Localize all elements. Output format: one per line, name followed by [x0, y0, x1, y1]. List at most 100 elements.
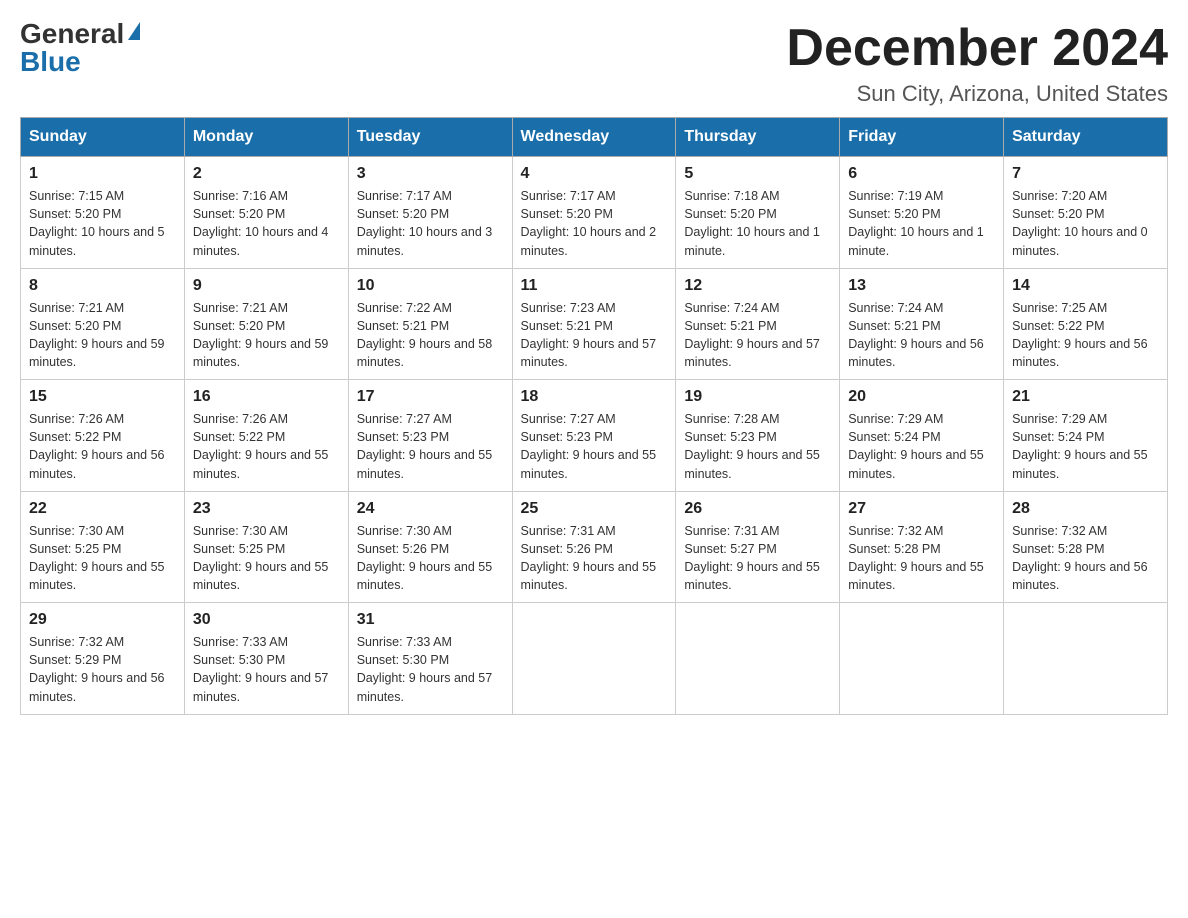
day-info: Sunrise: 7:32 AMSunset: 5:28 PMDaylight:… [1012, 524, 1148, 592]
day-number: 28 [1012, 500, 1159, 518]
calendar-cell: 2 Sunrise: 7:16 AMSunset: 5:20 PMDayligh… [184, 157, 348, 269]
day-info: Sunrise: 7:19 AMSunset: 5:20 PMDaylight:… [848, 189, 984, 257]
day-number: 5 [684, 165, 831, 183]
day-info: Sunrise: 7:31 AMSunset: 5:26 PMDaylight:… [521, 524, 657, 592]
day-info: Sunrise: 7:28 AMSunset: 5:23 PMDaylight:… [684, 412, 820, 480]
week-row-5: 29 Sunrise: 7:32 AMSunset: 5:29 PMDaylig… [21, 603, 1168, 715]
calendar-table: SundayMondayTuesdayWednesdayThursdayFrid… [20, 117, 1168, 715]
day-number: 15 [29, 388, 176, 406]
day-number: 19 [684, 388, 831, 406]
calendar-cell: 15 Sunrise: 7:26 AMSunset: 5:22 PMDaylig… [21, 380, 185, 492]
calendar-cell: 21 Sunrise: 7:29 AMSunset: 5:24 PMDaylig… [1004, 380, 1168, 492]
day-number: 8 [29, 277, 176, 295]
calendar-cell: 12 Sunrise: 7:24 AMSunset: 5:21 PMDaylig… [676, 268, 840, 380]
calendar-cell: 6 Sunrise: 7:19 AMSunset: 5:20 PMDayligh… [840, 157, 1004, 269]
calendar-cell [840, 603, 1004, 715]
calendar-subtitle: Sun City, Arizona, United States [786, 81, 1168, 107]
day-number: 12 [684, 277, 831, 295]
day-info: Sunrise: 7:21 AMSunset: 5:20 PMDaylight:… [29, 301, 165, 369]
calendar-cell: 13 Sunrise: 7:24 AMSunset: 5:21 PMDaylig… [840, 268, 1004, 380]
calendar-cell: 27 Sunrise: 7:32 AMSunset: 5:28 PMDaylig… [840, 491, 1004, 603]
day-number: 10 [357, 277, 504, 295]
page-header: General Blue December 2024 Sun City, Ari… [20, 20, 1168, 107]
day-number: 9 [193, 277, 340, 295]
week-row-1: 1 Sunrise: 7:15 AMSunset: 5:20 PMDayligh… [21, 157, 1168, 269]
day-number: 24 [357, 500, 504, 518]
day-info: Sunrise: 7:27 AMSunset: 5:23 PMDaylight:… [521, 412, 657, 480]
day-info: Sunrise: 7:29 AMSunset: 5:24 PMDaylight:… [1012, 412, 1148, 480]
day-info: Sunrise: 7:31 AMSunset: 5:27 PMDaylight:… [684, 524, 820, 592]
day-info: Sunrise: 7:26 AMSunset: 5:22 PMDaylight:… [29, 412, 165, 480]
calendar-cell: 14 Sunrise: 7:25 AMSunset: 5:22 PMDaylig… [1004, 268, 1168, 380]
day-info: Sunrise: 7:26 AMSunset: 5:22 PMDaylight:… [193, 412, 329, 480]
calendar-cell: 19 Sunrise: 7:28 AMSunset: 5:23 PMDaylig… [676, 380, 840, 492]
calendar-cell: 30 Sunrise: 7:33 AMSunset: 5:30 PMDaylig… [184, 603, 348, 715]
day-number: 11 [521, 277, 668, 295]
calendar-cell: 4 Sunrise: 7:17 AMSunset: 5:20 PMDayligh… [512, 157, 676, 269]
week-row-2: 8 Sunrise: 7:21 AMSunset: 5:20 PMDayligh… [21, 268, 1168, 380]
day-info: Sunrise: 7:29 AMSunset: 5:24 PMDaylight:… [848, 412, 984, 480]
day-number: 2 [193, 165, 340, 183]
day-info: Sunrise: 7:18 AMSunset: 5:20 PMDaylight:… [684, 189, 820, 257]
header-cell-wednesday: Wednesday [512, 118, 676, 157]
logo-general-text: General [20, 20, 124, 48]
day-info: Sunrise: 7:30 AMSunset: 5:26 PMDaylight:… [357, 524, 493, 592]
calendar-cell [512, 603, 676, 715]
day-number: 25 [521, 500, 668, 518]
day-info: Sunrise: 7:30 AMSunset: 5:25 PMDaylight:… [29, 524, 165, 592]
calendar-cell: 11 Sunrise: 7:23 AMSunset: 5:21 PMDaylig… [512, 268, 676, 380]
day-info: Sunrise: 7:21 AMSunset: 5:20 PMDaylight:… [193, 301, 329, 369]
day-info: Sunrise: 7:30 AMSunset: 5:25 PMDaylight:… [193, 524, 329, 592]
calendar-cell: 5 Sunrise: 7:18 AMSunset: 5:20 PMDayligh… [676, 157, 840, 269]
day-number: 29 [29, 611, 176, 629]
calendar-cell: 29 Sunrise: 7:32 AMSunset: 5:29 PMDaylig… [21, 603, 185, 715]
calendar-cell: 23 Sunrise: 7:30 AMSunset: 5:25 PMDaylig… [184, 491, 348, 603]
day-info: Sunrise: 7:17 AMSunset: 5:20 PMDaylight:… [357, 189, 493, 257]
day-info: Sunrise: 7:25 AMSunset: 5:22 PMDaylight:… [1012, 301, 1148, 369]
calendar-cell: 31 Sunrise: 7:33 AMSunset: 5:30 PMDaylig… [348, 603, 512, 715]
header-cell-monday: Monday [184, 118, 348, 157]
day-number: 23 [193, 500, 340, 518]
calendar-cell: 7 Sunrise: 7:20 AMSunset: 5:20 PMDayligh… [1004, 157, 1168, 269]
calendar-cell [1004, 603, 1168, 715]
calendar-cell: 25 Sunrise: 7:31 AMSunset: 5:26 PMDaylig… [512, 491, 676, 603]
day-number: 21 [1012, 388, 1159, 406]
day-number: 20 [848, 388, 995, 406]
calendar-title: December 2024 [786, 20, 1168, 77]
header-cell-sunday: Sunday [21, 118, 185, 157]
day-info: Sunrise: 7:23 AMSunset: 5:21 PMDaylight:… [521, 301, 657, 369]
title-block: December 2024 Sun City, Arizona, United … [786, 20, 1168, 107]
day-info: Sunrise: 7:32 AMSunset: 5:28 PMDaylight:… [848, 524, 984, 592]
day-number: 14 [1012, 277, 1159, 295]
calendar-cell: 3 Sunrise: 7:17 AMSunset: 5:20 PMDayligh… [348, 157, 512, 269]
calendar-cell [676, 603, 840, 715]
header-cell-tuesday: Tuesday [348, 118, 512, 157]
day-number: 31 [357, 611, 504, 629]
day-number: 4 [521, 165, 668, 183]
header-cell-friday: Friday [840, 118, 1004, 157]
calendar-cell: 24 Sunrise: 7:30 AMSunset: 5:26 PMDaylig… [348, 491, 512, 603]
calendar-cell: 10 Sunrise: 7:22 AMSunset: 5:21 PMDaylig… [348, 268, 512, 380]
day-info: Sunrise: 7:15 AMSunset: 5:20 PMDaylight:… [29, 189, 165, 257]
calendar-cell: 26 Sunrise: 7:31 AMSunset: 5:27 PMDaylig… [676, 491, 840, 603]
day-number: 26 [684, 500, 831, 518]
header-row: SundayMondayTuesdayWednesdayThursdayFrid… [21, 118, 1168, 157]
day-number: 3 [357, 165, 504, 183]
logo-triangle-icon [128, 22, 140, 40]
header-cell-thursday: Thursday [676, 118, 840, 157]
day-info: Sunrise: 7:33 AMSunset: 5:30 PMDaylight:… [193, 635, 329, 703]
calendar-cell: 20 Sunrise: 7:29 AMSunset: 5:24 PMDaylig… [840, 380, 1004, 492]
header-cell-saturday: Saturday [1004, 118, 1168, 157]
day-number: 30 [193, 611, 340, 629]
day-number: 6 [848, 165, 995, 183]
calendar-cell: 1 Sunrise: 7:15 AMSunset: 5:20 PMDayligh… [21, 157, 185, 269]
day-number: 18 [521, 388, 668, 406]
day-info: Sunrise: 7:32 AMSunset: 5:29 PMDaylight:… [29, 635, 165, 703]
logo: General Blue [20, 20, 140, 76]
calendar-cell: 18 Sunrise: 7:27 AMSunset: 5:23 PMDaylig… [512, 380, 676, 492]
calendar-cell: 22 Sunrise: 7:30 AMSunset: 5:25 PMDaylig… [21, 491, 185, 603]
day-info: Sunrise: 7:33 AMSunset: 5:30 PMDaylight:… [357, 635, 493, 703]
week-row-4: 22 Sunrise: 7:30 AMSunset: 5:25 PMDaylig… [21, 491, 1168, 603]
calendar-cell: 28 Sunrise: 7:32 AMSunset: 5:28 PMDaylig… [1004, 491, 1168, 603]
day-number: 16 [193, 388, 340, 406]
